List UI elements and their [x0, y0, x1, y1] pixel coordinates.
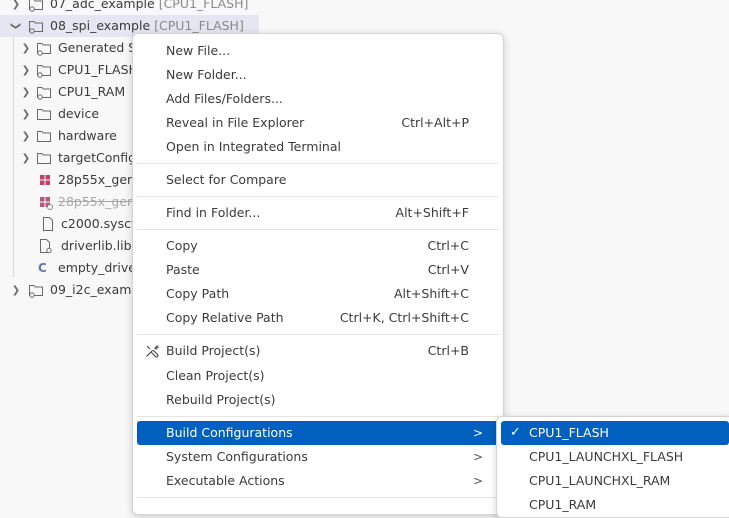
submenu-item-label: CPU1_LAUNCHXL_RAM	[529, 473, 671, 488]
tree-item-label: Generated Sc	[58, 40, 144, 55]
menu-item-label: Select for Compare	[166, 172, 287, 187]
menu-separator	[137, 416, 499, 417]
submenu-item-cpu1-ram[interactable]: CPU1_RAM	[501, 493, 729, 517]
tree-item-label: 08_spi_example [CPU1_FLASH]	[50, 18, 244, 33]
menu-item-label: Paste	[166, 262, 200, 277]
menu-item-reveal-in-file-explorer[interactable]: Reveal in File Explorer Ctrl+Alt+P	[137, 111, 499, 135]
tree-item-label: empty_driver	[58, 260, 142, 275]
folder-icon	[36, 81, 52, 103]
menu-item-label: Reveal in File Explorer	[166, 115, 305, 130]
tree-item-label: 09_i2c_exampl	[50, 282, 143, 297]
chevron-right-icon[interactable]: ❯	[20, 37, 32, 59]
menu-separator	[137, 497, 499, 498]
menu-item-shortcut: Ctrl+V	[427, 262, 469, 277]
folder-icon	[36, 103, 52, 125]
chevron-right-icon: >	[472, 426, 483, 440]
tree-item-label: CPU1_RAM	[58, 84, 126, 99]
menu-item-label: System Configurations	[166, 449, 308, 464]
project-folder-icon	[28, 279, 44, 301]
submenu-item-cpu1-launchxl-ram[interactable]: CPU1_LAUNCHXL_RAM	[501, 469, 729, 493]
menu-item-find-in-folder[interactable]: Find in Folder... Alt+Shift+F	[137, 201, 499, 225]
menu-item-label: Rebuild Project(s)	[166, 392, 276, 407]
tree-item-label: device	[58, 106, 100, 121]
chevron-right-icon: >	[472, 474, 483, 488]
project-folder-icon	[28, 15, 44, 37]
menu-item-select-for-compare[interactable]: Select for Compare	[137, 168, 499, 192]
tree-item-label: targetConfigs	[58, 150, 143, 165]
c-file-icon: C	[38, 261, 47, 275]
checkmark-icon: ✓	[510, 425, 521, 440]
tree-item-label: 28p55x_gene	[58, 194, 143, 209]
cmd-file-icon	[38, 169, 54, 191]
menu-item-shortcut: Ctrl+K, Ctrl+Shift+C	[339, 310, 469, 325]
tree-item-label: 28p55x_gene	[58, 172, 143, 187]
tree-item-label: CPU1_FLASH	[58, 62, 138, 77]
menu-item-label: Add Files/Folders...	[166, 91, 283, 106]
tree-item-label: driverlib.lib	[61, 238, 132, 253]
menu-item-add-files-folders[interactable]: Add Files/Folders...	[137, 87, 499, 111]
menu-item-shortcut: Ctrl+Alt+P	[401, 115, 469, 130]
menu-item-new-folder[interactable]: New Folder...	[137, 63, 499, 87]
chevron-down-icon[interactable]: ❯	[5, 20, 27, 32]
menu-separator	[137, 334, 499, 335]
tree-item-07-adc-example[interactable]: ❯ 07_adc_example [CPU1_FLASH]	[0, 0, 729, 15]
menu-item-label: New File...	[166, 43, 231, 58]
menu-item-label: Clean Project(s)	[166, 368, 265, 383]
submenu-item-cpu1-launchxl-flash[interactable]: CPU1_LAUNCHXL_FLASH	[501, 445, 729, 469]
menu-item-label: Copy Path	[166, 286, 230, 301]
folder-icon	[36, 125, 52, 147]
menu-item-copy-relative-path[interactable]: Copy Relative Path Ctrl+K, Ctrl+Shift+C	[137, 306, 499, 330]
submenu-item-cpu1-flash[interactable]: ✓ CPU1_FLASH	[501, 421, 729, 445]
menu-item-copy[interactable]: Copy Ctrl+C	[137, 234, 499, 258]
menu-item-label: Open in Integrated Terminal	[166, 139, 341, 154]
submenu-item-label: CPU1_LAUNCHXL_FLASH	[529, 449, 684, 464]
menu-item-shortcut: Ctrl+C	[427, 238, 469, 253]
chevron-right-icon[interactable]: ❯	[10, 0, 22, 15]
lib-file-icon	[38, 235, 54, 257]
chevron-right-icon[interactable]: ❯	[20, 81, 32, 103]
menu-item-label: Find in Folder...	[166, 205, 261, 220]
cmd-file-icon	[38, 191, 54, 213]
menu-separator	[137, 196, 499, 197]
tools-icon	[144, 343, 160, 359]
chevron-right-icon[interactable]: ❯	[20, 103, 32, 125]
menu-item-label: Build Configurations	[166, 425, 293, 440]
menu-item-executable-actions[interactable]: Executable Actions >	[137, 469, 499, 493]
submenu-item-label: CPU1_FLASH	[529, 425, 609, 440]
context-menu: New File... New Folder... Add Files/Fold…	[132, 33, 504, 515]
tree-item-label: 07_adc_example [CPU1_FLASH]	[50, 0, 249, 11]
menu-item-open-in-terminal[interactable]: Open in Integrated Terminal	[137, 135, 499, 159]
chevron-right-icon[interactable]: ❯	[20, 59, 32, 81]
menu-item-label: Build Project(s)	[166, 343, 261, 358]
menu-item-label: Copy	[166, 238, 198, 253]
folder-icon	[36, 37, 52, 59]
menu-item-shortcut: Alt+Shift+F	[395, 205, 469, 220]
menu-separator	[137, 163, 499, 164]
project-folder-icon	[28, 0, 44, 15]
menu-item-copy-path[interactable]: Copy Path Alt+Shift+C	[137, 282, 499, 306]
file-icon	[40, 213, 56, 235]
menu-item-new-file[interactable]: New File...	[137, 39, 499, 63]
menu-item-label: New Folder...	[166, 67, 247, 82]
submenu-item-label: CPU1_RAM	[529, 497, 597, 512]
menu-item-clean-projects[interactable]: Clean Project(s)	[137, 364, 499, 388]
tree-item-label: hardware	[58, 128, 117, 143]
tree-item-label: c2000.syscfg	[61, 216, 144, 231]
menu-item-label: Executable Actions	[166, 473, 285, 488]
chevron-right-icon[interactable]: ❯	[20, 125, 32, 147]
menu-separator	[137, 229, 499, 230]
menu-item-system-configurations[interactable]: System Configurations >	[137, 445, 499, 469]
chevron-right-icon[interactable]: ❯	[20, 147, 32, 169]
folder-icon	[36, 147, 52, 169]
chevron-right-icon: >	[472, 450, 483, 464]
menu-item-label: Copy Relative Path	[166, 310, 284, 325]
folder-icon	[36, 59, 52, 81]
menu-item-shortcut: Alt+Shift+C	[393, 286, 469, 301]
menu-item-build-configurations[interactable]: Build Configurations >	[137, 421, 499, 445]
menu-item-build-projects[interactable]: Build Project(s) Ctrl+B	[137, 339, 499, 363]
menu-item-shortcut: Ctrl+B	[427, 343, 469, 358]
chevron-right-icon[interactable]: ❯	[10, 279, 22, 301]
menu-item-rebuild-projects[interactable]: Rebuild Project(s)	[137, 388, 499, 412]
menu-item-paste[interactable]: Paste Ctrl+V	[137, 258, 499, 282]
